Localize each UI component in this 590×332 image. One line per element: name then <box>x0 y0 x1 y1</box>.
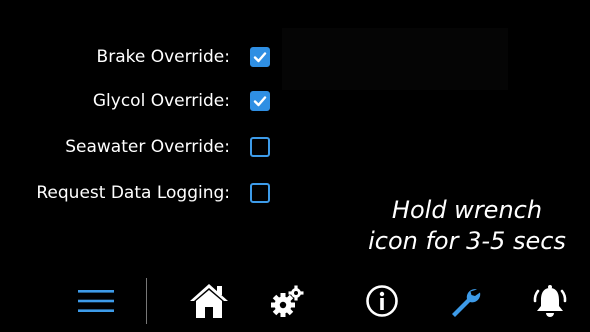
seawater-override-label: Seawater Override: <box>65 137 230 157</box>
wrench-hint-text: Hold wrench icon for 3-5 secs <box>352 195 582 257</box>
home-button[interactable] <box>184 276 234 326</box>
checkmark-icon <box>253 96 267 107</box>
alarm-button[interactable] <box>525 276 575 326</box>
request-data-logging-label: Request Data Logging: <box>36 183 230 203</box>
bottom-toolbar <box>0 276 590 326</box>
brake-override-label: Brake Override: <box>96 47 230 67</box>
wrench-icon <box>452 289 481 317</box>
brake-override-checkbox[interactable] <box>250 47 270 67</box>
menu-button[interactable] <box>71 276 121 326</box>
hint-line-2: icon for 3-5 secs <box>368 227 566 255</box>
info-icon <box>366 285 398 317</box>
override-row-seawater: Seawater Override: <box>0 132 280 162</box>
home-icon <box>190 284 228 318</box>
glycol-override-label: Glycol Override: <box>92 91 230 111</box>
override-row-brake: Brake Override: <box>0 42 280 72</box>
seawater-override-checkbox[interactable] <box>250 137 270 157</box>
toolbar-divider <box>146 278 147 324</box>
glycol-override-checkbox[interactable] <box>250 91 270 111</box>
wrench-button[interactable] <box>440 276 490 326</box>
info-button[interactable] <box>357 276 407 326</box>
request-data-logging-checkbox[interactable] <box>250 183 270 203</box>
checkmark-icon <box>253 52 267 63</box>
alarm-bell-icon <box>533 285 567 317</box>
gears-icon <box>271 285 304 317</box>
menu-icon <box>78 290 114 312</box>
override-row-data-logging: Request Data Logging: <box>0 178 280 208</box>
settings-button[interactable] <box>263 276 313 326</box>
hint-line-1: Hold wrench <box>391 196 543 224</box>
background-panel <box>282 28 508 90</box>
override-row-glycol: Glycol Override: <box>0 86 280 116</box>
